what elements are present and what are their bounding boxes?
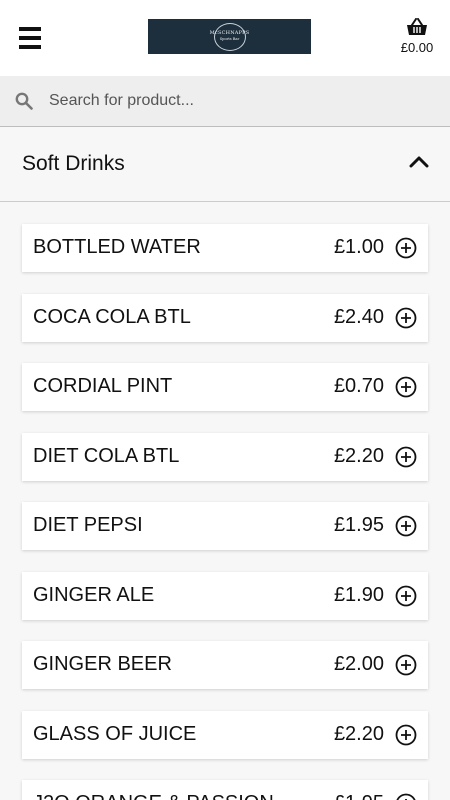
product-price: £2.20: [333, 445, 384, 467]
chevron-up-icon[interactable]: [409, 155, 429, 169]
product-price: £2.20: [333, 723, 384, 745]
category-header-soft-drinks[interactable]: Soft Drinks: [0, 127, 450, 202]
product-name: GINGER BEER: [33, 653, 172, 675]
basket-icon: [407, 18, 427, 35]
logo-line1: McSCHNAPPS: [209, 30, 250, 37]
product-item[interactable]: DIET PEPSI £1.95: [22, 502, 428, 550]
search-bar: [0, 76, 450, 127]
add-circle-icon[interactable]: [395, 585, 417, 607]
add-circle-icon[interactable]: [395, 446, 417, 468]
basket-total: £0.00: [400, 40, 434, 55]
product-name: GLASS OF JUICE: [33, 723, 197, 745]
hamburger-menu-icon[interactable]: [19, 27, 41, 49]
product-item[interactable]: BOTTLED WATER £1.00: [22, 224, 428, 272]
product-name: COCA COLA BTL: [33, 306, 191, 328]
basket-button[interactable]: £0.00: [396, 18, 438, 60]
product-item[interactable]: COCA COLA BTL £2.40: [22, 294, 428, 342]
search-input[interactable]: [47, 84, 431, 118]
product-price: £1.95: [334, 792, 384, 800]
add-circle-icon[interactable]: [395, 376, 417, 398]
app-header: McSCHNAPPS Sports Bar £0.00: [0, 0, 450, 76]
search-icon: [15, 92, 33, 110]
product-price: £2.00: [333, 653, 384, 675]
product-name: CORDIAL PINT: [33, 375, 173, 397]
product-price: £0.70: [333, 375, 384, 397]
product-price: £1.90: [333, 584, 384, 606]
product-price: £2.40: [333, 306, 384, 328]
product-item[interactable]: J2O ORANGE & PASSION £1.95: [22, 780, 428, 800]
product-name: GINGER ALE: [33, 584, 155, 606]
product-name: BOTTLED WATER: [33, 236, 201, 258]
logo-badge: McSCHNAPPS Sports Bar: [210, 22, 249, 51]
product-item[interactable]: GINGER BEER £2.00: [22, 641, 428, 689]
add-circle-icon[interactable]: [395, 515, 417, 537]
product-list: BOTTLED WATER £1.00 COCA COLA BTL £2.40 …: [0, 202, 450, 800]
product-name: DIET PEPSI: [33, 514, 143, 536]
add-circle-icon[interactable]: [395, 237, 417, 259]
product-price: £1.95: [333, 514, 384, 536]
product-price: £1.00: [333, 236, 384, 258]
product-item[interactable]: CORDIAL PINT £0.70: [22, 363, 428, 411]
add-circle-icon[interactable]: [395, 307, 417, 329]
product-item[interactable]: DIET COLA BTL £2.20: [22, 433, 428, 481]
product-name: J2O ORANGE & PASSION: [33, 792, 274, 800]
product-name: DIET COLA BTL: [33, 445, 180, 467]
category-title: Soft Drinks: [22, 152, 125, 175]
add-circle-icon[interactable]: [395, 793, 417, 800]
add-circle-icon[interactable]: [395, 654, 417, 676]
product-item[interactable]: GINGER ALE £1.90: [22, 572, 428, 620]
product-item[interactable]: GLASS OF JUICE £2.20: [22, 711, 428, 759]
add-circle-icon[interactable]: [395, 724, 417, 746]
logo-line2: Sports Bar: [219, 37, 240, 42]
brand-logo[interactable]: McSCHNAPPS Sports Bar: [148, 19, 311, 54]
